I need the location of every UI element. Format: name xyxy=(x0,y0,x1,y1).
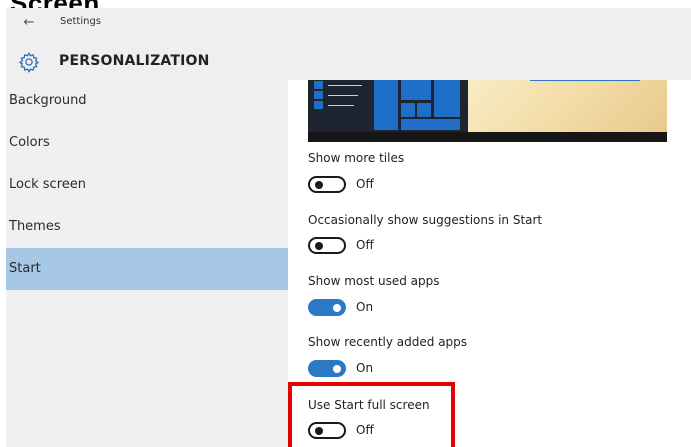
toggle-state-text: Off xyxy=(356,238,374,252)
toggle-most-used-apps[interactable] xyxy=(308,299,346,316)
start-preview-image xyxy=(308,80,667,142)
setting-label-recently-added-apps: Show recently added apps xyxy=(308,335,468,349)
sidebar-item-themes[interactable]: Themes xyxy=(6,206,288,248)
toggle-suggestions[interactable] xyxy=(308,237,346,254)
toggle-state-text: On xyxy=(356,361,374,375)
setting-label-show-more-tiles: Show more tiles xyxy=(308,151,405,165)
sidebar-item-start[interactable]: Start xyxy=(6,248,288,290)
toggle-recently-added-apps[interactable] xyxy=(308,360,346,377)
toggle-show-more-tiles[interactable] xyxy=(308,176,346,193)
gear-icon xyxy=(18,52,40,73)
setting-label-suggestions: Occasionally show suggestions in Start xyxy=(308,213,543,227)
section-title: PERSONALIZATION xyxy=(59,53,210,69)
title-bar: ← Settings PERSONALIZATION xyxy=(6,8,691,80)
sidebar-item-background[interactable]: Background xyxy=(6,80,288,122)
sidebar-item-lock-screen[interactable]: Lock screen xyxy=(6,164,288,206)
highlight-annotation-box xyxy=(288,382,455,447)
toggle-state-text: Off xyxy=(356,177,374,191)
setting-label-most-used-apps: Show most used apps xyxy=(308,274,440,288)
sidebar: Background Colors Lock screen Themes Sta… xyxy=(6,80,288,447)
back-arrow-icon[interactable]: ← xyxy=(19,13,39,33)
window-title: Settings xyxy=(60,16,102,27)
toggle-state-text: On xyxy=(356,300,374,314)
sidebar-item-colors[interactable]: Colors xyxy=(6,122,288,164)
